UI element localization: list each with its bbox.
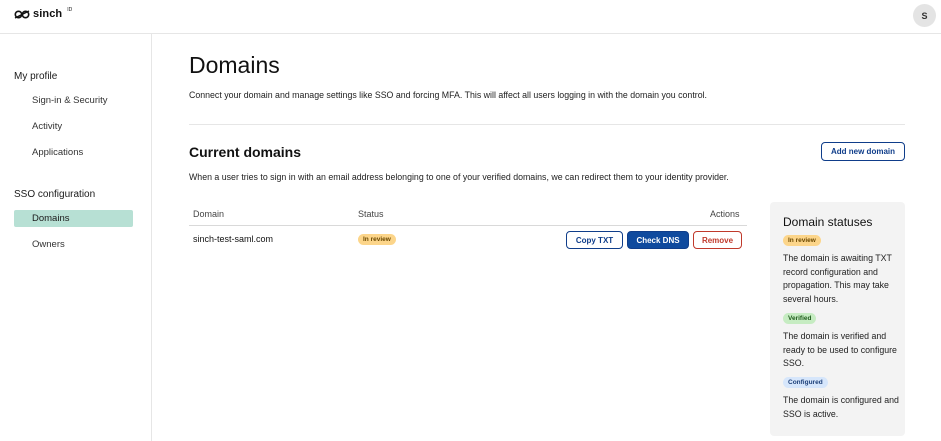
- domain-statuses-panel: Domain statuses In review The domain is …: [770, 202, 905, 436]
- status-badge: In review: [358, 234, 396, 245]
- sidebar-item-domains[interactable]: Domains: [14, 210, 133, 227]
- sidebar-item-activity[interactable]: Activity: [14, 118, 133, 135]
- status-description-configured: The domain is configured and SSO is acti…: [783, 395, 899, 419]
- column-header-domain: Domain: [193, 209, 225, 219]
- domain-name: sinch-test-saml.com: [193, 234, 274, 244]
- status-description-in-review: The domain is awaiting TXT record config…: [783, 253, 892, 304]
- page-title: Domains: [189, 52, 280, 78]
- copy-txt-button[interactable]: Copy TXT: [566, 231, 623, 249]
- table-header-divider: [189, 225, 747, 226]
- add-new-domain-button[interactable]: Add new domain: [821, 142, 905, 161]
- sidebar-heading-my-profile: My profile: [14, 71, 58, 82]
- logo-text: sinch: [33, 8, 63, 20]
- remove-button[interactable]: Remove: [693, 231, 742, 249]
- status-badge-in-review: In review: [783, 235, 821, 246]
- main-content: Domains Connect your domain and manage s…: [152, 34, 941, 441]
- current-domains-title: Current domains: [189, 144, 302, 160]
- sidebar-heading-sso-configuration: SSO configuration: [14, 189, 96, 200]
- section-divider: [189, 124, 905, 125]
- column-header-actions: Actions: [710, 209, 740, 219]
- avatar[interactable]: S: [913, 4, 936, 27]
- logo-superscript: ID: [67, 7, 73, 13]
- page-description: Connect your domain and manage settings …: [189, 90, 707, 100]
- sidebar-item-sign-in-security[interactable]: Sign-in & Security: [14, 92, 133, 109]
- status-badge-configured: Configured: [783, 377, 828, 388]
- domain-statuses-title: Domain statuses: [783, 215, 873, 229]
- sidebar-item-owners[interactable]: Owners: [14, 236, 133, 253]
- status-badge-verified: Verified: [783, 313, 817, 324]
- sidebar-item-applications[interactable]: Applications: [14, 144, 133, 161]
- sinch-logo-icon: [14, 9, 30, 19]
- sidebar: My profile Sign-in & Security Activity A…: [0, 34, 152, 441]
- top-bar: sinch ID S: [0, 0, 941, 34]
- column-header-status: Status: [358, 209, 384, 219]
- current-domains-description: When a user tries to sign in with an ema…: [189, 172, 729, 182]
- sinch-logo[interactable]: sinch ID: [14, 7, 73, 20]
- status-description-verified: The domain is verified and ready to be u…: [783, 331, 897, 369]
- check-dns-button[interactable]: Check DNS: [627, 231, 689, 249]
